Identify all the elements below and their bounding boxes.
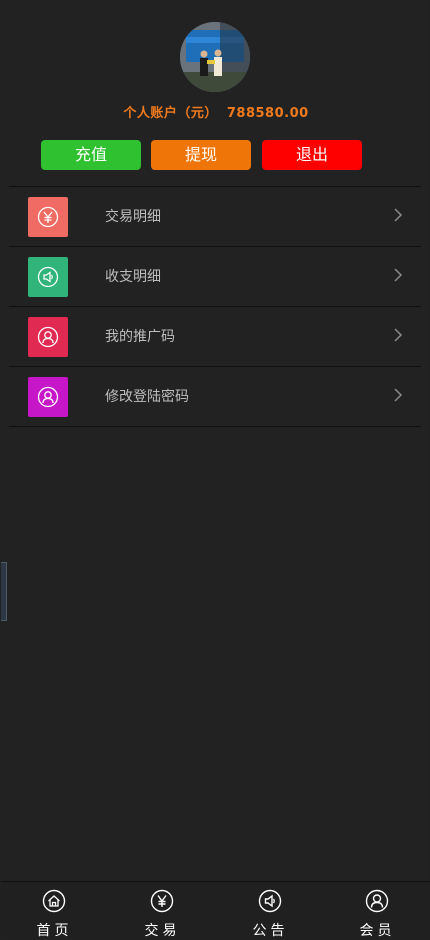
menu-item-change-password[interactable]: 修改登陆密码 [9, 366, 421, 427]
yen-icon [28, 197, 68, 237]
chevron-right-icon [394, 328, 403, 342]
account-page: 个人账户（元） 788580.00 充值 提现 退出 交易明细 收支明细 我的推… [1, 1, 430, 939]
bottom-tab-bar: 首页 交易 公告 会员 [1, 881, 430, 939]
tab-trade[interactable]: 交易 [109, 882, 216, 939]
menu-item-label: 交易明细 [105, 209, 161, 225]
yen-icon [150, 889, 174, 913]
balance-label: 个人账户（元） [123, 106, 218, 121]
avatar-photo [180, 22, 250, 92]
menu-item-label: 修改登陆密码 [105, 389, 189, 405]
menu-item-referral-code[interactable]: 我的推广码 [9, 306, 421, 366]
account-balance: 个人账户（元） 788580.00 [1, 102, 430, 121]
tab-home[interactable]: 首页 [1, 882, 108, 939]
user-icon [28, 317, 68, 357]
menu-item-label: 收支明细 [105, 269, 161, 285]
home-icon [42, 889, 66, 913]
tab-label: 交易 [144, 923, 181, 939]
recharge-button[interactable]: 充值 [41, 140, 141, 170]
tab-label: 首页 [36, 923, 73, 939]
tab-member[interactable]: 会员 [324, 882, 430, 939]
chevron-right-icon [394, 388, 403, 402]
logout-button[interactable]: 退出 [262, 140, 362, 170]
menu-item-label: 我的推广码 [105, 329, 175, 345]
chevron-right-icon [394, 208, 403, 222]
menu-item-transaction-details[interactable]: 交易明细 [9, 186, 421, 246]
balance-amount: 788580.00 [226, 106, 309, 121]
user-icon [365, 889, 389, 913]
avatar [180, 22, 250, 92]
tab-label: 会员 [359, 923, 396, 939]
tab-announcements[interactable]: 公告 [217, 882, 324, 939]
user-icon [28, 377, 68, 417]
account-menu: 交易明细 收支明细 我的推广码 修改登陆密码 [9, 186, 421, 427]
speaker-icon [258, 889, 282, 913]
side-drawer-handle[interactable] [1, 562, 7, 621]
speaker-icon [28, 257, 68, 297]
menu-item-income-expense[interactable]: 收支明细 [9, 246, 421, 306]
tab-label: 公告 [252, 923, 289, 939]
withdraw-button[interactable]: 提现 [151, 140, 251, 170]
chevron-right-icon [394, 268, 403, 282]
